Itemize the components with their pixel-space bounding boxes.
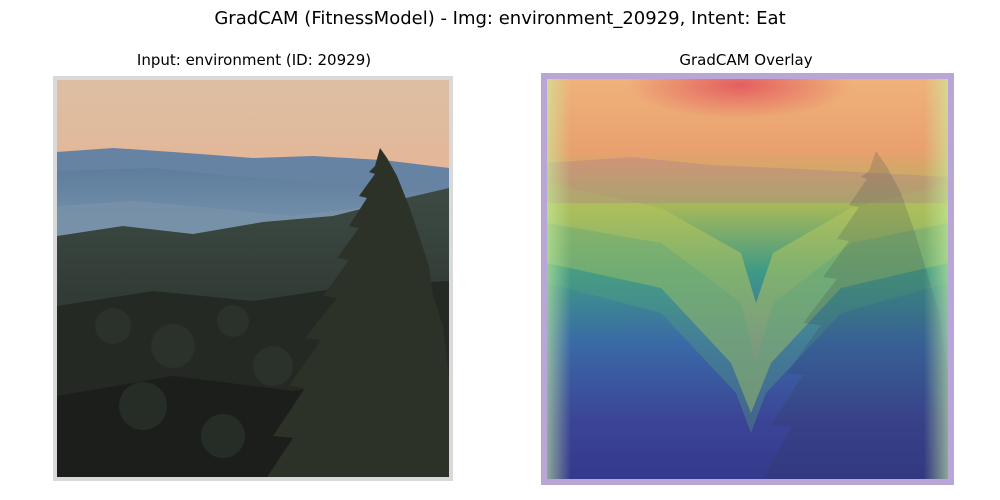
input-image-title: Input: environment (ID: 20929) (136, 51, 372, 69)
input-image (53, 76, 453, 481)
gradcam-overlay-title: GradCAM Overlay (679, 51, 813, 69)
figure-title: GradCAM (FitnessModel) - Img: environmen… (214, 8, 786, 29)
input-landscape-image (57, 80, 449, 477)
gradcam-overlay-image (541, 73, 954, 485)
gradcam-heatmap-image (541, 73, 954, 485)
